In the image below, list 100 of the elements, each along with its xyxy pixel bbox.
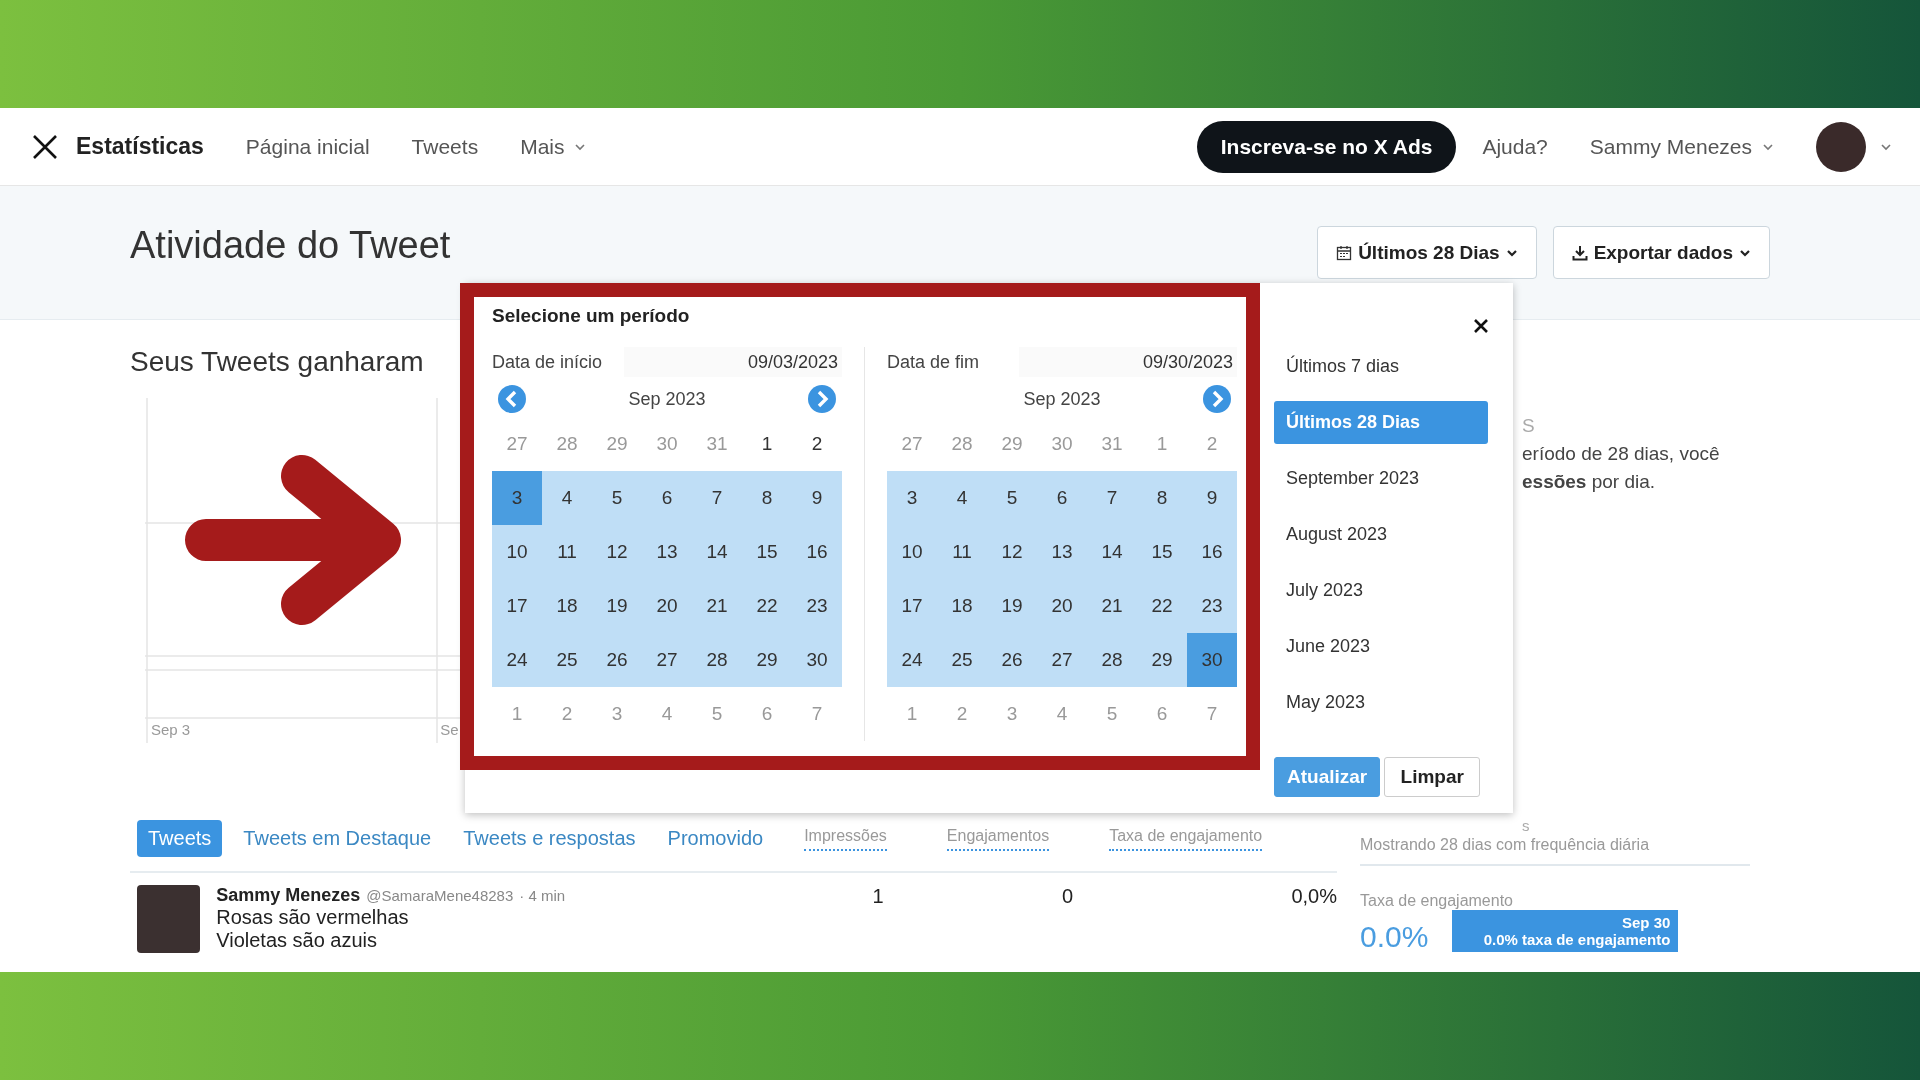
preset-item[interactable]: May 2023 — [1274, 681, 1488, 724]
calendar-day[interactable]: 18 — [542, 579, 592, 633]
calendar-day[interactable]: 18 — [937, 579, 987, 633]
chevron-down-icon — [1505, 247, 1518, 258]
tab[interactable]: Tweets e respostas — [452, 820, 647, 857]
axis-label: Sep 3 — [151, 721, 191, 738]
tab[interactable]: Promovido — [656, 820, 775, 857]
nav-link[interactable]: Tweets — [411, 134, 479, 159]
calendar-day[interactable]: 10 — [492, 525, 542, 579]
previous-month-icon[interactable] — [498, 385, 526, 413]
calendar-day[interactable]: 30 — [792, 633, 842, 687]
calendar-day[interactable]: 21 — [1087, 579, 1137, 633]
user-menu[interactable]: Sammy Menezes — [1589, 134, 1774, 159]
impressions-value: 1 — [871, 885, 885, 909]
calendar-day[interactable]: 8 — [1137, 471, 1187, 525]
calendar-day[interactable]: 28 — [1087, 633, 1137, 687]
clear-button[interactable]: Limpar — [1384, 757, 1481, 797]
date-input-field[interactable]: 09/03/2023 — [624, 347, 842, 377]
calendar-day[interactable]: 26 — [987, 633, 1037, 687]
calendar-day[interactable]: 2 — [792, 417, 842, 471]
preset-item[interactable]: August 2023 — [1274, 513, 1488, 556]
brand-title: Estatísticas — [76, 133, 204, 160]
author-name[interactable]: Sammy Menezes — [216, 885, 361, 906]
calendar-day[interactable]: 13 — [642, 525, 692, 579]
calendar-day[interactable]: 20 — [1037, 579, 1087, 633]
calendar-day[interactable]: 9 — [1187, 471, 1237, 525]
author-handle[interactable]: @SamaraMene48283 — [366, 887, 514, 904]
calendar-day[interactable]: 11 — [937, 525, 987, 579]
calendar-day[interactable]: 8 — [742, 471, 792, 525]
calendar-day[interactable]: 22 — [1137, 579, 1187, 633]
calendar-day[interactable]: 25 — [937, 633, 987, 687]
tooltip-date: Sep 30 — [1622, 914, 1671, 931]
field-label: Data de início — [492, 351, 603, 373]
calendar-day[interactable]: 26 — [592, 633, 642, 687]
calendar-day[interactable]: 17 — [492, 579, 542, 633]
calendar-day[interactable]: 7 — [692, 471, 742, 525]
calendar-day[interactable]: 17 — [887, 579, 937, 633]
summary-text: eríodo de 28 dias, você — [1522, 443, 1721, 465]
calendar-day[interactable]: 14 — [692, 525, 742, 579]
avatar-photo-placeholder — [137, 885, 201, 953]
calendar-day[interactable]: 19 — [987, 579, 1037, 633]
preset-item[interactable]: September 2023 — [1274, 457, 1488, 500]
calendar-day[interactable]: 13 — [1037, 525, 1087, 579]
calendar-day[interactable]: 5 — [592, 471, 642, 525]
calendar-day[interactable]: 7 — [1087, 471, 1137, 525]
calendar-day[interactable]: 27 — [1037, 633, 1087, 687]
calendar-day[interactable]: 28 — [692, 633, 742, 687]
next-month-icon[interactable] — [1203, 385, 1231, 413]
preset-item[interactable]: Últimos 7 dias — [1274, 345, 1488, 388]
calendar-day[interactable]: 19 — [592, 579, 642, 633]
calendar-day[interactable]: 12 — [987, 525, 1037, 579]
calendar-day[interactable]: 25 — [542, 633, 592, 687]
preset-item[interactable]: June 2023 — [1274, 625, 1488, 668]
tweet-text: Violetas são azuis — [216, 929, 379, 952]
calendar-day[interactable]: 11 — [542, 525, 592, 579]
calendar-day[interactable]: 21 — [692, 579, 742, 633]
section-heading: S — [1522, 415, 1536, 437]
calendar-day[interactable]: 10 — [887, 525, 937, 579]
calendar-day[interactable]: 4 — [542, 471, 592, 525]
chevron-down-icon — [1739, 247, 1751, 258]
avatar[interactable] — [1816, 121, 1866, 172]
calendar-day[interactable]: 3 — [492, 471, 542, 525]
date-range-button[interactable]: Últimos 28 Dias — [1317, 226, 1537, 279]
calendar-day[interactable]: 24 — [887, 633, 937, 687]
calendar-day[interactable]: 14 — [1087, 525, 1137, 579]
calendar-day[interactable]: 16 — [792, 525, 842, 579]
section-heading: s — [1521, 817, 1531, 834]
export-data-button[interactable]: Exportar dados — [1552, 226, 1770, 279]
calendar-day[interactable]: 23 — [792, 579, 842, 633]
help-link[interactable]: Ajuda? — [1482, 134, 1548, 159]
calendar-day[interactable]: 23 — [1187, 579, 1237, 633]
calendar-day[interactable]: 9 — [792, 471, 842, 525]
preset-item[interactable]: July 2023 — [1274, 569, 1488, 612]
tweet-time: · 4 min — [519, 887, 566, 904]
calendar-day[interactable]: 20 — [642, 579, 692, 633]
calendar-day[interactable]: 24 — [492, 633, 542, 687]
calendar-day[interactable]: 3 — [887, 471, 937, 525]
calendar-day[interactable]: 5 — [987, 471, 1037, 525]
calendar-day[interactable]: 30 — [1187, 633, 1237, 687]
date-input-field[interactable]: 09/30/2023 — [1019, 347, 1237, 377]
metric-label: Taxa de engajamento — [1360, 892, 1514, 910]
calendar-day[interactable]: 29 — [742, 633, 792, 687]
calendar-day[interactable]: 22 — [742, 579, 792, 633]
ads-signup-button[interactable]: Inscreva-se no X Ads — [1196, 120, 1457, 173]
summary-text: essões por dia. — [1522, 471, 1657, 493]
calendar-day[interactable]: 16 — [1187, 525, 1237, 579]
next-month-icon[interactable] — [808, 385, 836, 413]
calendar-day[interactable]: 29 — [1137, 633, 1187, 687]
calendar-day[interactable]: 4 — [937, 471, 987, 525]
caret-icon — [1880, 141, 1892, 152]
nav-link[interactable]: Página inicial — [245, 134, 370, 159]
tab[interactable]: Tweets em Destaque — [232, 820, 443, 857]
calendar-day[interactable]: 27 — [642, 633, 692, 687]
calendar-day[interactable]: 12 — [592, 525, 642, 579]
nav-link[interactable]: Mais — [520, 134, 587, 159]
calendar-day[interactable]: 1 — [742, 417, 792, 471]
calendar-day[interactable]: 15 — [742, 525, 792, 579]
calendar-day[interactable]: 15 — [1137, 525, 1187, 579]
calendar-day[interactable]: 6 — [1037, 471, 1087, 525]
calendar-day[interactable]: 6 — [642, 471, 692, 525]
